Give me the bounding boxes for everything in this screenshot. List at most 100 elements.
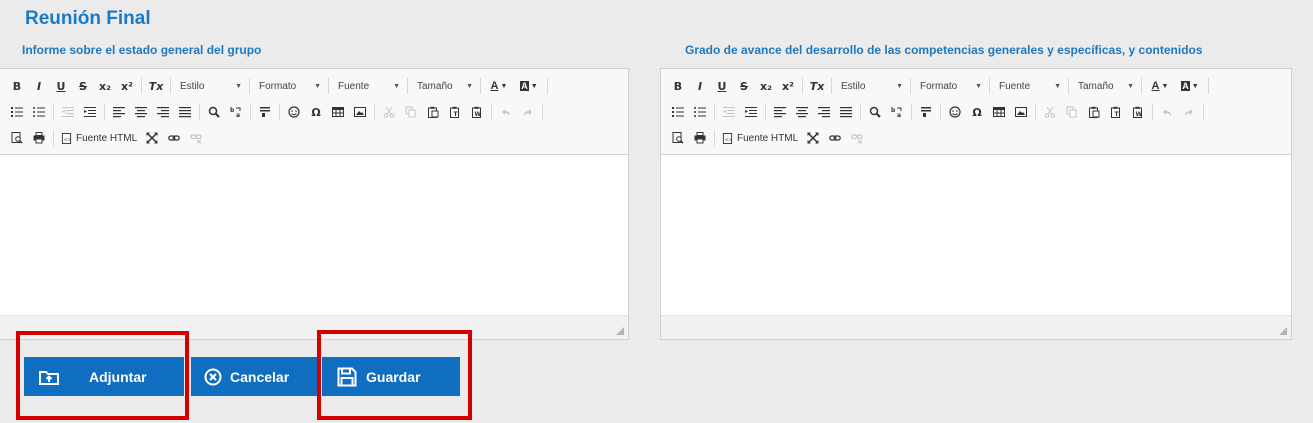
toolbar-separator	[911, 104, 912, 120]
copy-icon[interactable]	[1061, 102, 1083, 122]
font-combo[interactable]: Fuente ▼	[993, 77, 1065, 95]
table-icon[interactable]	[327, 102, 349, 122]
bulleted-list-icon[interactable]	[689, 102, 711, 122]
align-center-icon[interactable]	[791, 102, 813, 122]
background-color-button[interactable]: A ▼	[514, 76, 544, 96]
link-icon[interactable]	[163, 128, 185, 148]
indent-icon[interactable]	[740, 102, 762, 122]
find-icon[interactable]	[864, 102, 886, 122]
font-combo-label: Fuente	[338, 80, 370, 92]
redo-icon[interactable]	[517, 102, 539, 122]
align-right-icon[interactable]	[152, 102, 174, 122]
align-right-icon[interactable]	[813, 102, 835, 122]
align-left-icon[interactable]	[108, 102, 130, 122]
chevron-down-icon: ▼	[393, 82, 400, 90]
undo-icon[interactable]	[1156, 102, 1178, 122]
paste-icon[interactable]	[422, 102, 444, 122]
print-icon[interactable]	[28, 128, 50, 148]
indent-icon[interactable]	[79, 102, 101, 122]
special-character-icon[interactable]: Ω	[305, 102, 327, 122]
toolbar-separator	[940, 104, 941, 120]
outdent-icon[interactable]	[57, 102, 79, 122]
underline-button[interactable]: U	[711, 76, 733, 96]
bold-button[interactable]: B	[667, 76, 689, 96]
unlink-icon[interactable]	[846, 128, 868, 148]
resize-grip-icon[interactable]	[616, 327, 624, 335]
print-icon[interactable]	[689, 128, 711, 148]
style-combo[interactable]: Estilo ▼	[835, 77, 907, 95]
strikethrough-button[interactable]: S	[72, 76, 94, 96]
maximize-icon[interactable]	[141, 128, 163, 148]
align-justify-icon[interactable]	[174, 102, 196, 122]
source-html-button[interactable]: <> Fuente HTML	[718, 128, 802, 148]
editor-content-area[interactable]	[0, 155, 628, 315]
paste-word-icon[interactable]: W	[1127, 102, 1149, 122]
blockquote-icon[interactable]	[254, 102, 276, 122]
outdent-icon[interactable]	[718, 102, 740, 122]
special-character-icon[interactable]: Ω	[966, 102, 988, 122]
svg-text:T: T	[1115, 111, 1120, 118]
bulleted-list-icon[interactable]	[28, 102, 50, 122]
maximize-icon[interactable]	[802, 128, 824, 148]
paste-word-icon[interactable]: W	[466, 102, 488, 122]
italic-button[interactable]: I	[689, 76, 711, 96]
superscript-button[interactable]: x²	[116, 76, 138, 96]
cut-icon[interactable]	[1039, 102, 1061, 122]
cancel-button[interactable]: Cancelar	[191, 357, 318, 396]
source-html-button[interactable]: <> Fuente HTML	[57, 128, 141, 148]
replace-icon[interactable]: ba	[225, 102, 247, 122]
text-color-button[interactable]: A ▼	[484, 76, 514, 96]
blockquote-icon[interactable]	[915, 102, 937, 122]
toolbar-separator	[542, 104, 543, 120]
link-icon[interactable]	[824, 128, 846, 148]
toolbar-separator	[250, 104, 251, 120]
smiley-icon[interactable]	[283, 102, 305, 122]
align-center-icon[interactable]	[130, 102, 152, 122]
cut-icon[interactable]	[378, 102, 400, 122]
paste-text-icon[interactable]: T	[1105, 102, 1127, 122]
subscript-button[interactable]: x₂	[94, 76, 116, 96]
paste-icon[interactable]	[1083, 102, 1105, 122]
source-file-icon: <>	[61, 132, 72, 144]
italic-button[interactable]: I	[28, 76, 50, 96]
preview-icon[interactable]	[6, 128, 28, 148]
unlink-icon[interactable]	[185, 128, 207, 148]
table-icon[interactable]	[988, 102, 1010, 122]
section-label-left: Informe sobre el estado general del grup…	[22, 43, 262, 57]
undo-icon[interactable]	[495, 102, 517, 122]
numbered-list-icon[interactable]	[6, 102, 28, 122]
resize-grip-icon[interactable]	[1279, 327, 1287, 335]
format-combo[interactable]: Formato ▼	[253, 77, 325, 95]
toolbar-separator	[53, 104, 54, 120]
superscript-button[interactable]: x²	[777, 76, 799, 96]
underline-button[interactable]: U	[50, 76, 72, 96]
remove-format-button[interactable]: Tx	[806, 76, 828, 96]
editor-toolbar: B I U S x₂ x² Tx Estilo ▼ Formato ▼ Fuente…	[0, 69, 628, 155]
size-combo[interactable]: Tamaño ▼	[411, 77, 477, 95]
paste-text-icon[interactable]: T	[444, 102, 466, 122]
bold-button[interactable]: B	[6, 76, 28, 96]
numbered-list-icon[interactable]	[667, 102, 689, 122]
preview-icon[interactable]	[667, 128, 689, 148]
background-color-button[interactable]: A ▼	[1175, 76, 1205, 96]
toolbar-separator	[1152, 104, 1153, 120]
font-combo[interactable]: Fuente ▼	[332, 77, 404, 95]
remove-format-button[interactable]: Tx	[145, 76, 167, 96]
svg-text:W: W	[475, 111, 482, 118]
subscript-button[interactable]: x₂	[755, 76, 777, 96]
copy-icon[interactable]	[400, 102, 422, 122]
align-left-icon[interactable]	[769, 102, 791, 122]
editor-content-area[interactable]	[661, 155, 1291, 315]
replace-icon[interactable]: ba	[886, 102, 908, 122]
image-icon[interactable]	[1010, 102, 1032, 122]
redo-icon[interactable]	[1178, 102, 1200, 122]
style-combo[interactable]: Estilo ▼	[174, 77, 246, 95]
strikethrough-button[interactable]: S	[733, 76, 755, 96]
smiley-icon[interactable]	[944, 102, 966, 122]
text-color-button[interactable]: A ▼	[1145, 76, 1175, 96]
image-icon[interactable]	[349, 102, 371, 122]
size-combo[interactable]: Tamaño ▼	[1072, 77, 1138, 95]
align-justify-icon[interactable]	[835, 102, 857, 122]
find-icon[interactable]	[203, 102, 225, 122]
format-combo[interactable]: Formato ▼	[914, 77, 986, 95]
